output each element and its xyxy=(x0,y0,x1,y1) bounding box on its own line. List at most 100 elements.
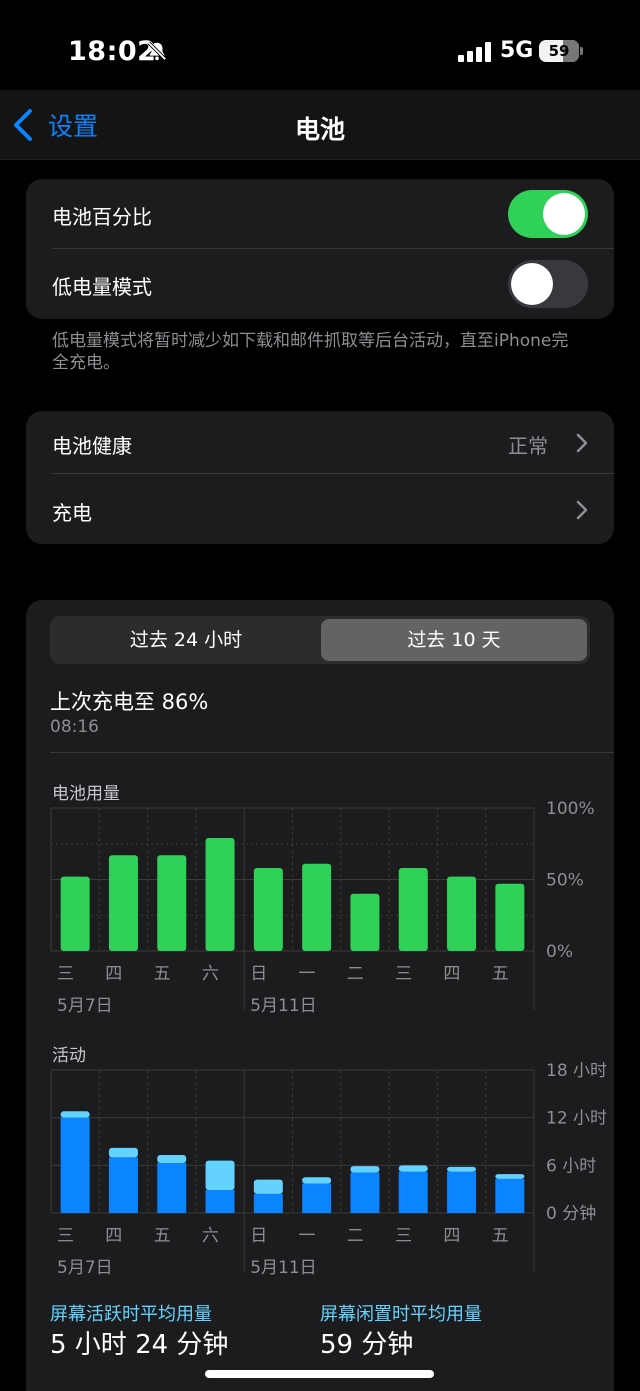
x-tick-label: 五 xyxy=(492,964,509,984)
battery-health-label: 电池健康 xyxy=(52,434,132,458)
battery-bar xyxy=(495,883,525,951)
battery-usage-chart: 100% 50% 0% 三 四 五 六 日 一 二 三 四 五 5月7日 5月11日 xyxy=(50,800,595,1016)
screen-off-bar xyxy=(60,1111,90,1118)
date-label: 5月7日 xyxy=(57,1258,113,1278)
battery-bar xyxy=(350,893,380,951)
low-power-mode-label: 低电量模式 xyxy=(52,275,152,299)
status-bar: 18:02 5G 59 xyxy=(0,0,640,100)
date-label: 5月7日 xyxy=(57,996,113,1016)
toggle-knob xyxy=(511,263,553,305)
x-tick-label: 日 xyxy=(250,964,267,984)
tab-10-days[interactable]: 过去 10 天 xyxy=(321,619,587,661)
avg-idle-value: 59 分钟 xyxy=(320,1330,414,1360)
screen-off-bar xyxy=(108,1147,138,1158)
usage-group: 过去 24 小时 过去 10 天 上次充电至 86% 08:16 电池用量 10… xyxy=(26,600,614,1391)
x-tick-label: 日 xyxy=(250,1226,267,1246)
status-time: 18:02 xyxy=(68,36,157,67)
x-tick-label: 六 xyxy=(202,1226,219,1246)
low-power-mode-row: 低电量模式 xyxy=(26,249,614,319)
chevron-right-icon xyxy=(576,433,588,453)
avg-active-label: 屏幕活跃时平均用量 xyxy=(50,1304,212,1325)
toggle-knob xyxy=(543,193,585,235)
battery-bar xyxy=(157,855,187,951)
tab-24-hours[interactable]: 过去 24 小时 xyxy=(53,619,319,661)
battery-health-value: 正常 xyxy=(508,434,548,458)
x-tick-label: 四 xyxy=(105,1226,122,1246)
screen-on-bar xyxy=(253,1193,283,1213)
x-tick-label: 四 xyxy=(443,964,460,984)
avg-idle-label: 屏幕闲置时平均用量 xyxy=(320,1304,482,1325)
battery-bar xyxy=(108,855,138,951)
avg-active-value: 5 小时 24 分钟 xyxy=(50,1330,229,1360)
screen-off-bar xyxy=(447,1166,477,1172)
x-tick-label: 五 xyxy=(492,1226,509,1246)
battery-health-row[interactable]: 电池健康 正常 xyxy=(26,411,614,477)
x-tick-label: 五 xyxy=(154,964,171,984)
health-group: 电池健康 正常 充电 xyxy=(26,411,614,544)
battery-percentage-label: 电池百分比 xyxy=(52,205,152,229)
bell-slash-icon xyxy=(147,41,167,61)
y-tick-label: 12 小时 xyxy=(546,1109,607,1129)
x-tick-label: 四 xyxy=(443,1226,460,1246)
date-label: 5月11日 xyxy=(250,1258,316,1278)
navigation-bar: 设置 电池 xyxy=(0,90,640,160)
y-tick-label: 0 分钟 xyxy=(546,1204,596,1224)
screen-on-bar xyxy=(447,1171,477,1213)
screen-on-bar xyxy=(302,1183,332,1213)
screen-off-bar xyxy=(302,1177,332,1184)
x-tick-label: 三 xyxy=(395,964,412,984)
page-title: 电池 xyxy=(294,115,345,144)
x-tick-label: 一 xyxy=(299,964,316,984)
divider xyxy=(50,752,614,753)
home-indicator xyxy=(205,1370,434,1378)
last-charge-label: 上次充电至 86% xyxy=(50,690,209,714)
battery-bar xyxy=(60,876,90,951)
screen-off-bar xyxy=(350,1166,380,1173)
y-tick-label: 0% xyxy=(546,942,573,962)
battery-bar xyxy=(253,868,283,951)
screen-on-bar xyxy=(108,1157,138,1213)
low-power-mode-toggle[interactable] xyxy=(508,260,588,308)
screen-off-bar xyxy=(495,1174,525,1179)
battery-icon: 59 xyxy=(539,40,579,62)
x-tick-label: 五 xyxy=(154,1226,171,1246)
y-tick-label: 100% xyxy=(546,800,595,819)
y-tick-label: 50% xyxy=(546,871,584,891)
screen-on-bar xyxy=(205,1189,235,1213)
screen-on-bar xyxy=(350,1172,380,1213)
screen-on-bar xyxy=(157,1162,187,1213)
activity-chart: 18 小时 12 小时 6 小时 0 分钟三 四 五 六 日 一 二 三 四 五 5月7日 5月11日 xyxy=(50,1062,607,1278)
charging-label: 充电 xyxy=(52,501,92,525)
x-tick-label: 三 xyxy=(57,964,74,984)
battery-level: 59 xyxy=(548,42,570,60)
x-tick-label: 二 xyxy=(347,1226,364,1246)
x-tick-label: 三 xyxy=(57,1226,74,1246)
battery-bar xyxy=(398,868,428,951)
low-power-footnote: 低电量模式将暂时减少如下载和邮件抓取等后台活动，直至iPhone完全充电。 xyxy=(52,331,569,373)
x-tick-label: 二 xyxy=(347,964,364,984)
network-type: 5G xyxy=(500,38,534,63)
y-tick-label: 18 小时 xyxy=(546,1062,607,1081)
screen-off-bar xyxy=(398,1165,428,1172)
screen-on-bar xyxy=(60,1117,90,1213)
toggle-group: 电池百分比 低电量模式 xyxy=(26,179,614,319)
date-label: 5月11日 xyxy=(250,996,316,1016)
last-charge-time: 08:16 xyxy=(50,717,99,737)
battery-bar xyxy=(205,838,235,951)
charging-row[interactable]: 充电 xyxy=(26,474,614,544)
chevron-right-icon xyxy=(576,500,588,520)
battery-percentage-row: 电池百分比 xyxy=(26,179,614,249)
battery-bar xyxy=(302,863,332,951)
y-tick-label: 6 小时 xyxy=(546,1156,596,1176)
screen-on-bar xyxy=(495,1178,525,1213)
x-tick-label: 一 xyxy=(299,1226,316,1246)
screen-off-bar xyxy=(253,1179,283,1194)
x-tick-label: 四 xyxy=(105,964,122,984)
screen-off-bar xyxy=(157,1155,187,1163)
x-tick-label: 三 xyxy=(395,1226,412,1246)
battery-percentage-toggle[interactable] xyxy=(508,190,588,238)
screen-on-bar xyxy=(398,1171,428,1213)
battery-tip xyxy=(580,47,583,55)
time-range-segmented-control: 过去 24 小时 过去 10 天 xyxy=(50,616,590,664)
x-tick-label: 六 xyxy=(202,964,219,984)
